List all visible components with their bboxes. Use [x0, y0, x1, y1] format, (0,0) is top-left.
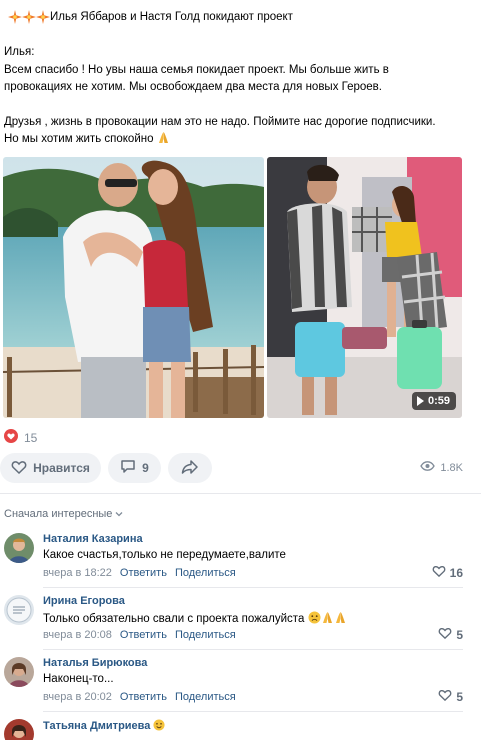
avatar[interactable] — [4, 595, 34, 625]
comment-meta: вчера в 20:08 Ответить Поделиться — [43, 629, 236, 641]
post-actions: Нравится 9 1.8K — [0, 453, 481, 483]
post-title-row: Илья Яббаров и Настя Голд покидают проек… — [8, 10, 293, 24]
share-arrow-icon — [181, 459, 199, 477]
comment-time[interactable]: вчера в 20:08 — [43, 629, 112, 641]
reply-link[interactable]: Ответить — [120, 567, 167, 579]
post-photo[interactable] — [3, 157, 264, 418]
chevron-down-icon — [115, 508, 123, 520]
share-button[interactable] — [168, 453, 212, 483]
praying-hands-icon — [157, 131, 170, 151]
avatar[interactable] — [4, 533, 34, 563]
post-line-last: Но мы хотим жить спокойно — [4, 131, 474, 151]
praying-hands-icon — [321, 611, 334, 627]
comment-author[interactable]: Ирина Егорова — [43, 595, 125, 607]
comment-time[interactable]: вчера в 20:02 — [43, 691, 112, 703]
comment-like-count: 5 — [456, 627, 463, 642]
avatar[interactable] — [4, 719, 34, 740]
comment-like-count: 16 — [449, 565, 463, 580]
post-body: Илья: Всем спасибо ! Но увы наша семья п… — [4, 44, 474, 151]
comment-divider — [43, 649, 463, 650]
comments-divider — [0, 493, 481, 494]
comments-button[interactable]: 9 — [108, 453, 161, 483]
avatar[interactable] — [4, 657, 34, 687]
post-line: провокациях не хотим. Мы освобождаем два… — [4, 81, 382, 93]
heart-outline-icon — [438, 627, 452, 642]
reactions-count: 15 — [24, 430, 38, 445]
sad-face-icon — [308, 611, 321, 627]
praying-hands-icon — [334, 611, 347, 627]
views-counter: 1.8K — [420, 461, 463, 474]
share-link[interactable]: Поделиться — [175, 629, 236, 641]
post-line: Всем спасибо ! Но увы наша семья покидае… — [4, 63, 389, 76]
play-icon — [416, 396, 424, 406]
post-line: Илья: — [4, 46, 35, 58]
reply-link[interactable]: Ответить — [120, 691, 167, 703]
reply-link[interactable]: Ответить — [120, 629, 167, 641]
eye-icon — [420, 461, 436, 474]
comment-meta: вчера в 18:22 Ответить Поделиться — [43, 567, 236, 579]
comment-text: Только обязательно свали с проекта пожал… — [43, 611, 347, 627]
video-duration-badge: 0:59 — [411, 392, 456, 410]
comment-divider — [43, 587, 463, 588]
comment-like-button[interactable]: 5 — [438, 627, 463, 642]
comment-icon — [120, 459, 136, 477]
comment-author[interactable]: Татьяна Дмитриева — [43, 719, 166, 734]
comment-text: Наконец-то... — [43, 673, 114, 685]
comment-like-button[interactable]: 16 — [432, 565, 463, 580]
comments-count: 9 — [142, 461, 149, 475]
reactions-summary[interactable]: 15 — [4, 429, 37, 446]
comment-like-count: 5 — [456, 689, 463, 704]
like-label: Нравится — [33, 461, 90, 475]
comment-like-button[interactable]: 5 — [438, 689, 463, 704]
like-button[interactable]: Нравится — [0, 453, 101, 483]
post-line: Друзья , жизнь в провокации нам это не н… — [4, 115, 436, 128]
views-count: 1.8K — [440, 461, 463, 474]
post-video[interactable]: 0:59 — [267, 157, 462, 418]
comment-time[interactable]: вчера в 18:22 — [43, 567, 112, 579]
comment-author[interactable]: Наталья Бирюкова — [43, 657, 147, 669]
heart-outline-icon — [11, 460, 27, 477]
comment-author[interactable]: Наталия Казарина — [43, 533, 143, 545]
heart-outline-icon — [438, 689, 452, 704]
comment-meta: вчера в 20:02 Ответить Поделиться — [43, 691, 236, 703]
comments-sort-dropdown[interactable]: Сначала интересные — [4, 508, 123, 520]
smile-face-icon — [153, 719, 166, 734]
post-title: Илья Яббаров и Настя Голд покидают проек… — [50, 11, 293, 23]
sparkle-icon — [8, 10, 22, 24]
heart-outline-icon — [432, 565, 446, 580]
heart-icon — [4, 429, 18, 446]
share-link[interactable]: Поделиться — [175, 691, 236, 703]
sparkle-icon — [22, 10, 36, 24]
share-link[interactable]: Поделиться — [175, 567, 236, 579]
comments-sort-label: Сначала интересные — [4, 508, 113, 520]
comment-text: Какое счастья,только не передумаете,вали… — [43, 549, 286, 561]
sparkle-icon — [36, 10, 50, 24]
comment-divider — [43, 711, 463, 712]
